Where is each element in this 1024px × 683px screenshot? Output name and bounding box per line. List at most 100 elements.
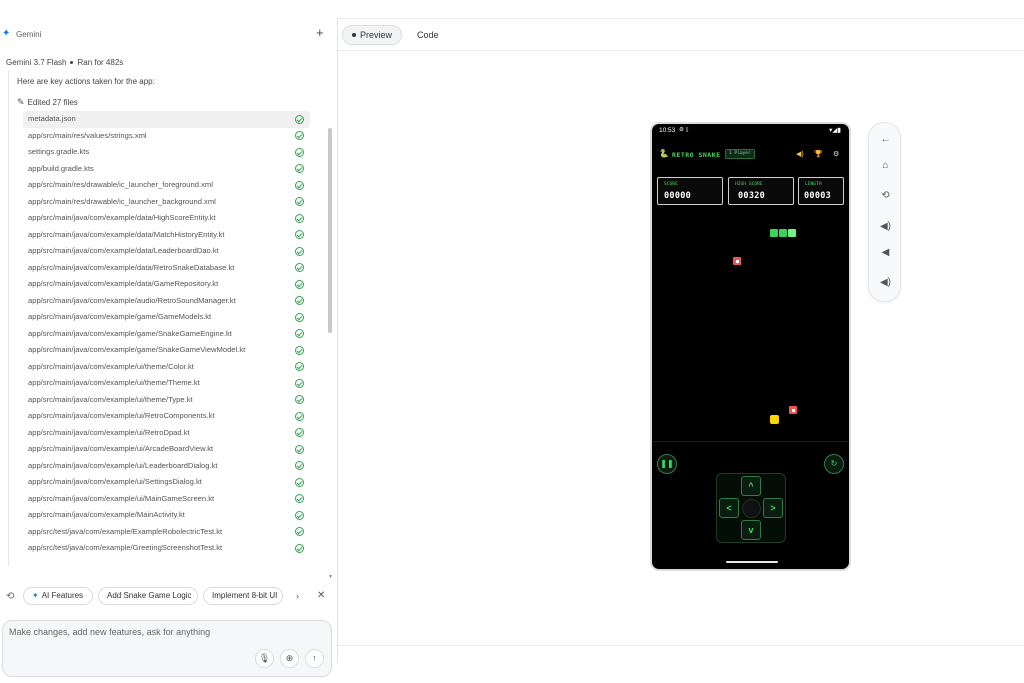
file-path: app/src/main/java/com/example/data/Match… (28, 229, 225, 239)
check-circle-icon (295, 279, 304, 289)
gear-icon[interactable]: ⚙ (833, 150, 839, 158)
volume-icon[interactable]: ◀) (796, 150, 804, 158)
file-row[interactable]: app/src/main/res/drawable/ic_launcher_ba… (23, 194, 310, 211)
file-path: app/src/main/java/com/example/ui/theme/C… (28, 361, 194, 371)
home-icon[interactable]: ⌂ (869, 160, 902, 171)
chip-ai-features[interactable]: ✦ AI Features (23, 587, 93, 605)
prompt-input[interactable] (9, 627, 249, 645)
volume-mute-icon[interactable]: ◀) (869, 277, 902, 288)
game-title: RETRO SNAKE (672, 151, 721, 159)
file-row[interactable]: app/src/main/java/com/example/ui/Setting… (23, 474, 310, 491)
prompt-box: 🎙 ⊕ ↑ (2, 620, 332, 677)
scrollbar-thumb[interactable] (328, 128, 332, 333)
file-row[interactable]: metadata.json (23, 111, 310, 128)
dpad-left-button[interactable]: < (719, 498, 739, 518)
file-row[interactable]: app/src/main/java/com/example/ui/Leaderb… (23, 458, 310, 475)
file-path: app/src/main/java/com/example/game/GameM… (28, 312, 212, 321)
chip-spark-icon: ✦ (32, 591, 39, 600)
file-row[interactable]: app/src/main/java/com/example/data/Leade… (23, 243, 310, 260)
file-row[interactable]: app/src/main/java/com/example/ui/theme/T… (23, 392, 310, 409)
model-name: Gemini 3.7 Flash (6, 58, 67, 67)
check-circle-icon (295, 114, 304, 124)
model-status: Gemini 3.7 Flash Ran for 482s (6, 58, 123, 67)
restart-button[interactable]: ↻ (824, 454, 844, 474)
player-badge[interactable]: 1 Player (725, 149, 755, 159)
file-row[interactable]: app/src/main/java/com/example/data/HighS… (23, 210, 310, 227)
file-row[interactable]: app/build.gradle.kts (23, 161, 310, 178)
pencil-icon: ✎ (17, 97, 25, 107)
gesture-home-bar[interactable] (726, 561, 778, 563)
pause-button[interactable]: ❚❚ (657, 454, 677, 474)
dpad-right-button[interactable]: > (763, 498, 783, 518)
file-path: app/src/test/java/com/example/ExampleRob… (28, 526, 223, 536)
file-path: app/src/main/java/com/example/data/Retro… (28, 262, 235, 272)
file-row[interactable]: app/src/test/java/com/example/GreetingSc… (23, 540, 310, 557)
close-icon[interactable]: ✕ (317, 590, 325, 601)
file-row[interactable]: app/src/main/java/com/example/ui/RetroCo… (23, 408, 310, 425)
file-row[interactable]: app/src/main/res/drawable/ic_launcher_fo… (23, 177, 310, 194)
new-chat-plus-icon[interactable]: + (316, 25, 324, 40)
length-label: LENGTH (805, 182, 822, 187)
file-row[interactable]: app/src/main/java/com/example/data/Retro… (23, 260, 310, 277)
game-board[interactable] (652, 212, 849, 442)
chat-title: Gemini (16, 30, 42, 39)
separator-dot (70, 60, 74, 64)
file-row[interactable]: app/src/main/java/com/example/ui/theme/C… (23, 359, 310, 376)
file-row[interactable]: app/src/main/java/com/example/ui/MainGam… (23, 491, 310, 508)
suggestions-refresh-icon[interactable]: ⟲ (6, 591, 14, 602)
snake-logo-icon: 🐍 (659, 149, 669, 158)
dpad-down-button[interactable]: v (741, 520, 761, 540)
file-row[interactable]: app/src/test/java/com/example/ExampleRob… (23, 524, 310, 541)
file-row[interactable]: app/src/main/java/com/example/audio/Retr… (23, 293, 310, 310)
send-arrow-up-icon[interactable]: ↑ (305, 649, 324, 668)
file-row[interactable]: app/src/main/java/com/example/game/GameM… (23, 309, 310, 326)
file-row[interactable]: app/src/main/java/com/example/ui/theme/T… (23, 375, 310, 392)
file-row[interactable]: app/src/main/java/com/example/data/Match… (23, 227, 310, 244)
file-row[interactable]: app/src/main/java/com/example/data/GameR… (23, 276, 310, 293)
file-path: app/src/main/java/com/example/ui/theme/T… (28, 394, 193, 404)
bottom-divider (338, 645, 1024, 646)
file-row[interactable]: app/src/main/java/com/example/ui/ArcadeB… (23, 441, 310, 458)
back-arrow-icon[interactable]: ← (869, 134, 902, 145)
file-row[interactable]: app/src/main/java/com/example/ui/RetroDp… (23, 425, 310, 442)
check-circle-icon (295, 329, 304, 338)
status-bar: 10:53 ⚙ ▯ ▾◢▮ (652, 124, 849, 138)
snake-segment (779, 229, 787, 237)
tab-code[interactable]: Code (408, 25, 448, 45)
scroll-down-icon[interactable]: ▼ (328, 574, 333, 580)
file-path: app/src/main/java/com/example/ui/RetroDp… (28, 427, 190, 437)
score-label: SCORE (664, 182, 678, 187)
length-value: 00003 (804, 191, 832, 201)
high-score-label: HIGH SCORE (735, 182, 763, 187)
rotate-icon[interactable]: ⟲ (869, 190, 902, 201)
run-status: Ran for 482s (77, 58, 124, 67)
chevron-right-icon[interactable]: › (296, 591, 299, 601)
device-frame: 10:53 ⚙ ▯ ▾◢▮ 🐍 RETRO SNAKE 1 Player ◀) … (650, 122, 851, 571)
file-row[interactable]: settings.gradle.kts (23, 144, 310, 161)
dpad-up-button[interactable]: ^ (741, 476, 761, 496)
file-path: app/src/main/java/com/example/audio/Retr… (28, 295, 236, 305)
file-path: app/src/main/java/com/example/ui/MainGam… (28, 493, 215, 503)
file-row[interactable]: app/src/main/java/com/example/game/Snake… (23, 326, 310, 343)
score-value: 00000 (664, 191, 692, 201)
volume-down-icon[interactable]: ◀ (869, 247, 902, 258)
volume-up-icon[interactable]: ◀) (869, 221, 902, 232)
file-row[interactable]: app/src/main/res/values/strings.xml (23, 128, 310, 145)
mic-icon[interactable]: 🎙 (255, 649, 274, 668)
actions-box: Here are key actions taken for the app: … (8, 70, 322, 566)
chat-header: ✦ Gemini + (0, 18, 338, 52)
file-path: settings.gradle.kts (28, 147, 90, 156)
edited-files-toggle[interactable]: ✎ Edited 27 files (17, 97, 78, 108)
file-path: app/src/test/java/com/example/GreetingSc… (28, 543, 223, 552)
add-circle-icon[interactable]: ⊕ (280, 649, 299, 668)
tab-preview[interactable]: Preview (342, 25, 403, 45)
check-circle-icon (295, 312, 304, 322)
file-path: app/src/main/java/com/example/data/HighS… (28, 213, 216, 222)
trophy-icon[interactable]: 🏆 (814, 150, 823, 158)
file-row[interactable]: app/src/main/java/com/example/game/Snake… (23, 342, 310, 359)
chip-add-snake-logic[interactable]: Add Snake Game Logic (98, 587, 198, 605)
check-circle-icon (295, 131, 304, 140)
file-row[interactable]: app/src/main/java/com/example/MainActivi… (23, 507, 310, 524)
check-circle-icon (295, 213, 304, 223)
chip-implement-8bit-ui[interactable]: Implement 8-bit UI (203, 587, 283, 605)
